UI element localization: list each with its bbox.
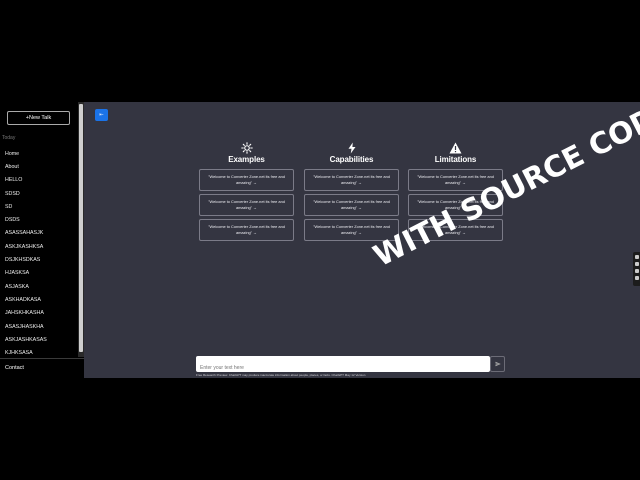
capability-card: "Welcome to Converter Zone.net its free …: [304, 194, 399, 216]
sidebar-item[interactable]: DSDS: [0, 213, 78, 226]
sidebar-item-about[interactable]: About: [0, 160, 78, 173]
warning-icon: [408, 142, 503, 154]
sidebar-item[interactable]: ASJASKA: [0, 280, 78, 293]
sun-icon: [199, 142, 294, 154]
column-title: Capabilities: [329, 155, 374, 164]
prompt-input-wrapper: [196, 356, 490, 376]
column-title: Examples: [228, 155, 265, 164]
sidebar-item[interactable]: ASKHADKASA: [0, 293, 78, 306]
sidebar: +New Talk Today Home About HELLO SDSD SD…: [0, 102, 84, 378]
widget-icon: [634, 269, 639, 273]
example-card[interactable]: "Welcome to Converter Zone.net its free …: [199, 194, 294, 216]
send-icon: [495, 361, 501, 367]
send-button[interactable]: [490, 356, 505, 372]
main-panel: ⇤ Examples "Welcome to Converter Zone.ne…: [84, 102, 640, 378]
sidebar-item[interactable]: ASASSAHASJK: [0, 227, 78, 240]
widget-icon: [634, 262, 639, 266]
side-widget[interactable]: [633, 252, 640, 286]
sidebar-item[interactable]: JAHSKHKASHA: [0, 307, 78, 320]
capability-card: "Welcome to Converter Zone.net its free …: [304, 169, 399, 191]
capabilities-column: Capabilities "Welcome to Converter Zone.…: [304, 142, 399, 241]
sidebar-item-home[interactable]: Home: [0, 147, 78, 160]
example-card[interactable]: "Welcome to Converter Zone.net its free …: [199, 169, 294, 191]
example-card[interactable]: "Welcome to Converter Zone.net its free …: [199, 219, 294, 241]
sidebar-item[interactable]: SD: [0, 200, 78, 213]
examples-column: Examples "Welcome to Converter Zone.net …: [199, 142, 294, 241]
scrollbar-thumb[interactable]: [79, 104, 83, 352]
widget-icon: [634, 255, 639, 259]
sidebar-item[interactable]: ASKJASHKASAS: [0, 333, 78, 346]
sidebar-item[interactable]: HJASKSA: [0, 267, 78, 280]
sidebar-item[interactable]: DSJKHSDKAS: [0, 253, 78, 266]
sidebar-toggle-button[interactable]: ⇤: [95, 109, 108, 121]
lightning-icon: [304, 142, 399, 154]
sidebar-item[interactable]: KJHKSASA: [0, 346, 78, 355]
sidebar-divider: [0, 358, 84, 359]
sidebar-item[interactable]: ASASJHASKHA: [0, 320, 78, 333]
contact-link[interactable]: Contact: [5, 365, 24, 371]
footer-disclaimer: Free Research Preview. ChatGPT may produ…: [196, 373, 366, 377]
sidebar-item[interactable]: ASKJKASHKSA: [0, 240, 78, 253]
widget-icon: [634, 276, 639, 280]
talk-list: Home About HELLO SDSD SD DSDS ASASSAHASJ…: [0, 147, 78, 355]
sidebar-item[interactable]: SDSD: [0, 187, 78, 200]
column-title: Limitations: [434, 155, 477, 164]
sidebar-item[interactable]: HELLO: [0, 174, 78, 187]
section-label-today: Today: [2, 135, 16, 141]
new-talk-button[interactable]: +New Talk: [7, 111, 70, 125]
